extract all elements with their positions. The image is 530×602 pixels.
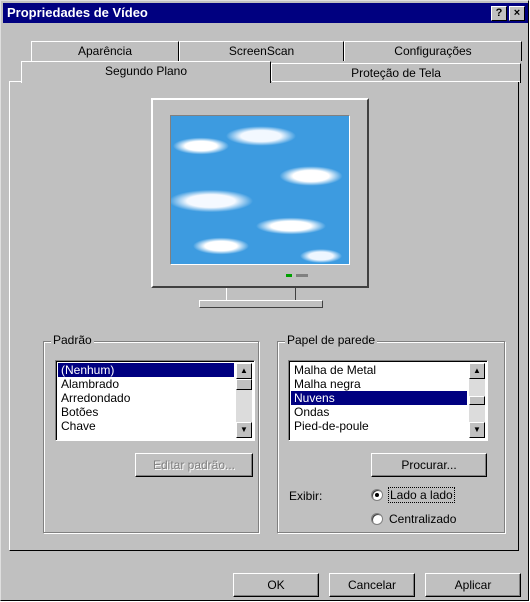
monitor-bezel bbox=[151, 98, 369, 288]
radio-dot-icon bbox=[375, 493, 379, 497]
pattern-group-label: Padrão bbox=[51, 333, 94, 347]
list-item[interactable]: (Nenhum) bbox=[58, 363, 234, 377]
radio-circle-icon[interactable] bbox=[371, 489, 383, 501]
tab-screenscan[interactable]: ScreenScan bbox=[179, 41, 344, 61]
scroll-thumb[interactable] bbox=[469, 396, 485, 405]
list-item[interactable]: Malha negra bbox=[291, 377, 467, 391]
list-item[interactable]: Botões bbox=[58, 405, 234, 419]
list-item[interactable]: Nuvens bbox=[291, 391, 467, 405]
tab-configuracoes[interactable]: Configurações bbox=[344, 41, 522, 61]
list-item[interactable]: Arredondado bbox=[58, 391, 234, 405]
radio-label: Lado a lado bbox=[388, 487, 455, 503]
list-item[interactable]: Alambrado bbox=[58, 377, 234, 391]
close-button[interactable]: × bbox=[509, 6, 525, 21]
tab-protecao-de-tela[interactable]: Proteção de Tela bbox=[271, 63, 521, 83]
tab-segundo-plano[interactable]: Segundo Plano bbox=[21, 61, 271, 83]
list-item[interactable]: Chave bbox=[58, 419, 234, 433]
browse-button[interactable]: Procurar... bbox=[371, 453, 487, 477]
scroll-down-icon[interactable]: ▼ bbox=[236, 422, 252, 438]
radio-lado-a-lado[interactable]: Lado a lado bbox=[371, 487, 491, 504]
radio-circle-icon[interactable] bbox=[371, 513, 383, 525]
list-item[interactable]: Ondas bbox=[291, 405, 467, 419]
wallpaper-list[interactable]: Malha de Metal Malha negra Nuvens Ondas … bbox=[288, 360, 488, 441]
window-title: Propriedades de Vídeo bbox=[7, 5, 148, 20]
wallpaper-group-label: Papel de parede bbox=[285, 333, 378, 347]
radio-centralizado[interactable]: Centralizado bbox=[371, 512, 491, 528]
ok-button[interactable]: OK bbox=[233, 573, 319, 597]
scroll-up-icon[interactable]: ▲ bbox=[469, 363, 485, 379]
monitor-stand bbox=[199, 300, 323, 308]
help-button[interactable]: ? bbox=[491, 6, 507, 21]
power-led-icon bbox=[286, 274, 292, 277]
wallpaper-preview-image bbox=[170, 115, 350, 265]
title-bar[interactable]: Propriedades de Vídeo ? × bbox=[3, 3, 528, 23]
list-item[interactable]: Pied-de-poule bbox=[291, 419, 467, 433]
scroll-thumb[interactable] bbox=[236, 379, 252, 390]
display-label: Exibir: bbox=[289, 489, 323, 503]
monitor-preview bbox=[151, 98, 371, 313]
dialog-window: Propriedades de Vídeo ? × Aparência Scre… bbox=[0, 0, 529, 601]
radio-label: Centralizado bbox=[389, 512, 457, 526]
tab-aparencia[interactable]: Aparência bbox=[31, 41, 179, 61]
apply-button[interactable]: Aplicar bbox=[425, 573, 521, 597]
scroll-down-icon[interactable]: ▼ bbox=[469, 422, 485, 438]
pattern-scrollbar[interactable]: ▲ ▼ bbox=[236, 363, 252, 438]
monitor-button-icon bbox=[296, 274, 308, 277]
cancel-button[interactable]: Cancelar bbox=[329, 573, 415, 597]
edit-pattern-button[interactable]: Editar padrão... bbox=[135, 453, 253, 477]
pattern-list[interactable]: (Nenhum) Alambrado Arredondado Botões Ch… bbox=[55, 360, 255, 441]
monitor-neck bbox=[226, 288, 296, 300]
wallpaper-scrollbar[interactable]: ▲ ▼ bbox=[469, 363, 485, 438]
scroll-up-icon[interactable]: ▲ bbox=[236, 363, 252, 379]
list-item[interactable]: Malha de Metal bbox=[291, 363, 467, 377]
